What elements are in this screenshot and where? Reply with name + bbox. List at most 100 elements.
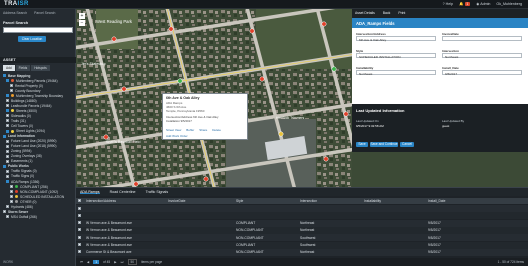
layer-checkbox[interactable] [10,185,13,189]
layer-label: Public Works [8,164,29,169]
layer-checkbox[interactable] [10,84,13,88]
cancel-button[interactable]: Cancel [400,142,414,147]
asset-details-tab[interactable]: Asset Details [355,11,375,16]
intersection-address-input[interactable]: 6th Ave & Oak Alley [356,36,436,42]
first-page-button[interactable]: ⏮ [80,260,83,264]
user-menu-admin[interactable]: ◉ Admin [476,2,490,6]
col-select[interactable] [76,199,84,203]
layer-checkbox[interactable] [6,180,9,183]
layer-checkbox[interactable] [10,195,13,199]
tab-parcel-search[interactable]: Parcel Search [34,11,55,15]
layer-checkbox[interactable] [3,210,6,214]
layer-label: COMPLIANT (256) [20,184,48,189]
table-row[interactable]: W Vernon ave & Beaumont ave NON-COMPLIANT… [76,234,528,242]
layer-checkbox[interactable] [6,169,9,173]
row-select-checkbox[interactable] [76,235,84,240]
zoom-out-button[interactable]: − [79,20,85,26]
asset-tab-add[interactable]: Add [3,65,15,71]
row-select-checkbox[interactable] [76,213,84,218]
layer-checkbox[interactable] [3,164,6,168]
layer-checkbox[interactable] [6,174,9,178]
per-page-select[interactable]: 50 [127,259,138,265]
current-page[interactable]: 1 [93,260,100,264]
layer-item[interactable]: MS4 Outfall (266) [3,214,75,219]
layer-checkbox[interactable] [10,200,13,204]
map-feature-popup: 6th Ave & Oak Alley ADA Ramps 4600 S 6th… [162,93,248,140]
invoice-date-input[interactable] [442,36,522,41]
col-installability[interactable]: Installability [364,199,428,203]
intersection-select[interactable]: Northeast [442,53,522,59]
table-row[interactable] [76,205,528,212]
zoom-in-button[interactable]: + [79,13,85,19]
table-row[interactable]: Commerce St & Beaumont ave NON-COMPLIANT N… [76,248,528,256]
row-select-checkbox[interactable] [76,243,84,247]
tab-traffic-signals[interactable]: Traffic Signals [146,190,169,194]
layer-checkbox[interactable] [6,124,9,128]
layer-checkbox[interactable] [6,159,9,163]
add-work-order-link[interactable]: Add Work Order [166,134,188,138]
notifications-button[interactable]: 🔔 1 [459,2,471,6]
row-select-checkbox[interactable] [76,250,84,254]
last-page-button[interactable]: ⏭ [121,260,124,264]
print-button[interactable]: Print [398,11,405,16]
fields-title: ADA_Ramps Fields [352,18,528,28]
layer-checkbox[interactable] [6,215,9,219]
next-page-button[interactable]: ▶ [114,260,116,264]
col-intersection-address[interactable]: Intersection/Address [84,199,168,203]
layer-checkbox[interactable] [6,114,9,118]
street-view-link[interactable]: Street View [166,128,181,132]
layer-checkbox[interactable] [6,119,9,123]
col-intersection[interactable]: Intersection [300,199,364,203]
layer-checkbox[interactable] [6,129,9,133]
layer-checkbox[interactable] [10,89,13,93]
layer-checkbox[interactable] [6,139,9,143]
table-row[interactable] [76,212,528,220]
buffer-link[interactable]: Buffer [186,128,194,132]
field-invoice-date: InvoiceDate [442,32,522,41]
layer-checkbox[interactable] [6,94,9,98]
save-and-continue-button[interactable]: Save and Continue [370,142,398,147]
asset-tab-fields[interactable]: Fields [15,65,31,71]
row-select-checkbox[interactable] [76,221,84,225]
col-invoice-date[interactable]: InvoiceDate [168,199,236,203]
layer-checkbox[interactable] [6,109,9,113]
tab-road-centerline[interactable]: Road Centerline [110,190,136,194]
layer-checkbox[interactable] [6,79,9,83]
user-menu-account[interactable]: Ok_Muhlenberg [496,2,522,6]
save-button[interactable]: Save [356,142,368,147]
back-button[interactable]: Back [383,11,391,16]
share-link[interactable]: Share [199,128,207,132]
row-select-checkbox[interactable] [76,228,84,232]
layer-checkbox[interactable] [6,205,9,209]
tab-ada-ramps[interactable]: ADA Ramps [80,190,100,194]
style-select[interactable]: SCHEDULED INSTALLATION [356,53,436,59]
col-style[interactable]: Style [236,199,300,203]
table-cell: Northeast [300,221,315,226]
help-link[interactable]: ? Help [443,2,453,6]
delete-link[interactable]: Delete [212,128,221,132]
asset-header: ASSET [0,57,76,63]
prev-page-button[interactable]: ◀ [87,260,89,264]
layer-checkbox[interactable] [3,134,6,138]
table-row[interactable]: W Vernon ave & Beaumont ave NON-COMPLIANT… [76,226,528,234]
layer-checkbox[interactable] [6,144,9,148]
layer-checkbox[interactable] [6,99,9,103]
table-row[interactable]: W Vernon ave & Beaumont ave COMPLIANT Nort… [76,219,528,227]
layer-checkbox[interactable] [6,149,9,153]
col-install-date[interactable]: Install_Date [428,199,492,203]
clear-location-button[interactable]: Clear Location [18,36,46,42]
layer-checkbox[interactable] [6,104,9,108]
app-logo: TRAISR [4,1,29,7]
table-row[interactable]: W Vernon ave & Beaumont ave COMPLIANT Sout… [76,241,528,249]
parcel-search-input[interactable] [3,27,73,33]
layer-label: Future Land Use (2020) (5990) [11,139,57,144]
installability-select[interactable]: Northeast [356,70,436,76]
layer-checkbox[interactable] [3,74,6,78]
row-select-checkbox[interactable] [76,206,84,211]
layer-label: Cell Towers (0) [11,123,33,128]
tab-address-search[interactable]: Address Search [3,11,27,15]
layer-checkbox[interactable] [6,154,9,158]
layer-checkbox[interactable] [10,190,13,194]
install-date-input[interactable]: 9/5/2017 [442,70,522,76]
asset-tab-hotspots[interactable]: Hotspots [31,65,50,71]
